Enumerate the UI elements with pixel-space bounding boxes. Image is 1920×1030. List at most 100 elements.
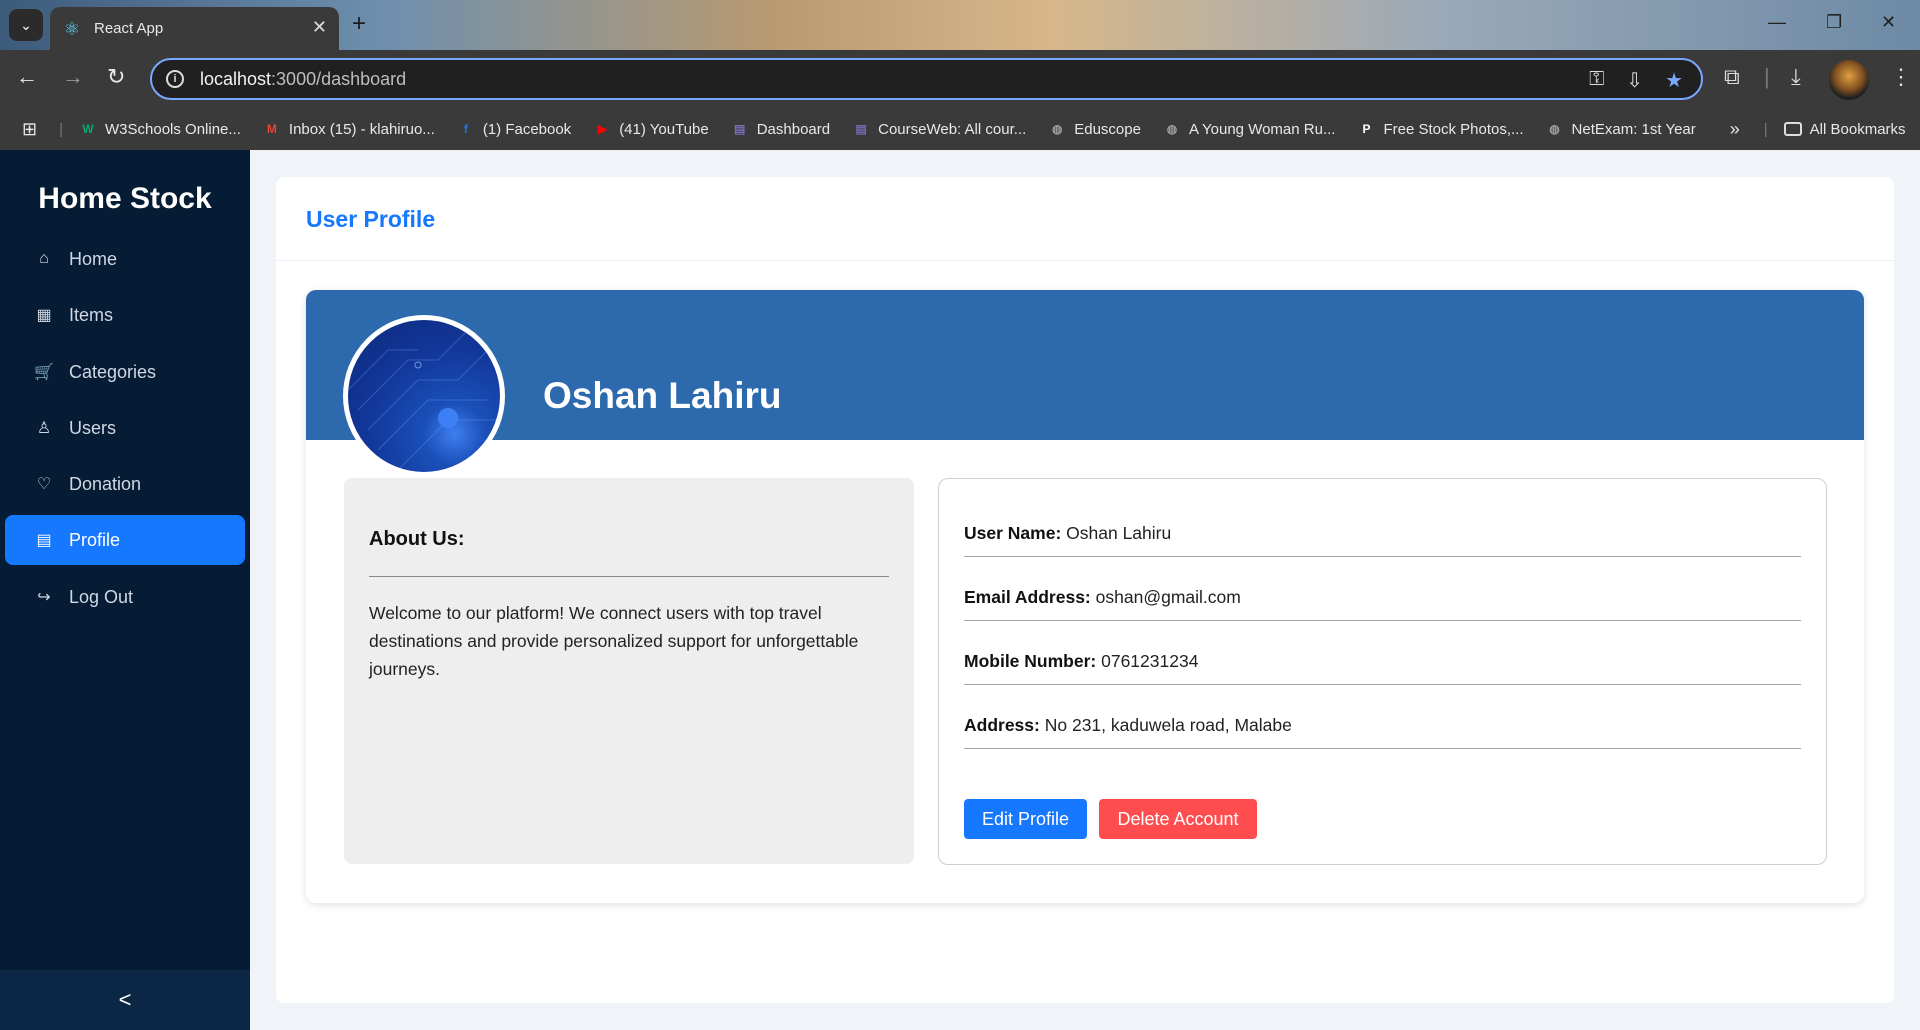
bookmark-label: CourseWeb: All cour... <box>878 120 1027 138</box>
bookmark-item[interactable]: P Free Stock Photos,... <box>1357 120 1523 138</box>
chevron-left-icon: < <box>118 987 132 1012</box>
bookmark-star-icon[interactable]: ★ <box>1665 68 1683 93</box>
bookmark-label: W3Schools Online... <box>105 120 241 138</box>
back-arrow-icon[interactable]: ← <box>16 64 38 90</box>
sidebar-item-label: Donation <box>69 473 142 494</box>
new-tab-button[interactable]: + <box>352 10 366 38</box>
home-icon: ⌂ <box>39 250 49 267</box>
profile-avatar-image <box>343 315 505 477</box>
react-icon: ⚛ <box>63 18 81 39</box>
all-bookmarks-button[interactable]: All Bookmarks <box>1783 120 1906 138</box>
sidebar-item-users[interactable]: ♙ Users <box>5 403 245 453</box>
detail-row: User Name: Oshan Lahiru <box>964 523 1801 557</box>
about-section: About Us: Welcome to our platform! We co… <box>344 478 914 864</box>
bookmarks-divider: | <box>1763 120 1768 138</box>
bookmark-label: Inbox (15) - klahiruo... <box>288 120 435 138</box>
sidebar-item-log-out[interactable]: ↪ Log Out <box>5 572 245 622</box>
sidebar-item-donation[interactable]: ♡ Donation <box>5 459 245 509</box>
bookmark-item[interactable]: f (1) Facebook <box>457 120 571 138</box>
chevron-down-icon: ⌄ <box>20 16 32 33</box>
apps-grid-icon[interactable]: ⊞ <box>22 119 37 140</box>
detail-label: Mobile Number: <box>964 651 1097 671</box>
sidebar-item-label: Users <box>69 417 117 438</box>
bookmark-label: (1) Facebook <box>482 120 572 138</box>
w3schools-icon: W <box>82 122 94 136</box>
avatar-tech-pattern <box>348 320 499 471</box>
globe-icon: ◍ <box>1051 122 1063 136</box>
bookmark-item[interactable]: ◍ A Young Woman Ru... <box>1163 120 1336 138</box>
bookmark-item[interactable]: ▶ (41) YouTube <box>593 120 709 138</box>
profile-name: Oshan Lahiru <box>543 375 782 416</box>
downloads-icon[interactable]: ⤓ <box>1791 64 1801 90</box>
sidebar-item-label: Home <box>69 248 118 269</box>
key-icon[interactable]: ⚿ <box>1589 68 1604 93</box>
site-info-icon[interactable]: i <box>166 70 184 88</box>
detail-value: 0761231234 <box>1101 651 1199 671</box>
close-icon[interactable]: ✕ <box>312 17 327 38</box>
browser-tab[interactable]: ⚛ React App ✕ <box>50 7 339 50</box>
bookmark-item[interactable]: M Inbox (15) - klahiruo... <box>263 120 435 138</box>
title-divider <box>276 260 1894 261</box>
bookmark-label: Eduscope <box>1074 120 1141 138</box>
sidebar: Home Stock ⌂ Home ▦ Items 🛒 Categories ♙ Users ♡… <box>0 150 250 1030</box>
sidebar-collapse-button[interactable]: < <box>0 970 250 1030</box>
main-content: User Profile Oshan Lahiru About Us: Welc… <box>250 150 1920 1030</box>
edit-profile-button[interactable]: Edit Profile <box>964 799 1087 839</box>
detail-row: Address: No 231, kaduwela road, Malabe <box>964 715 1801 749</box>
install-app-icon[interactable]: ⇩ <box>1626 68 1643 93</box>
sidebar-item-items[interactable]: ▦ Items <box>5 290 245 340</box>
content-panel: User Profile Oshan Lahiru About Us: Welc… <box>276 177 1894 1003</box>
detail-label: Email Address: <box>964 587 1091 607</box>
about-text: Welcome to our platform! We connect user… <box>369 603 859 679</box>
reload-icon[interactable]: ↻ <box>107 64 125 90</box>
bookmark-item[interactable]: ▤ CourseWeb: All cour... <box>852 120 1026 138</box>
sidebar-item-label: Profile <box>69 529 121 550</box>
sidebar-item-profile[interactable]: ▤ Profile <box>5 515 245 565</box>
bookmark-item[interactable]: ◍ NetExam: 1st Year <box>1546 120 1696 138</box>
sidebar-item-label: Categories <box>69 361 157 382</box>
grid-icon: ▦ <box>36 307 52 324</box>
forward-arrow-icon[interactable]: → <box>62 64 84 90</box>
folder-icon <box>1783 122 1802 136</box>
user-details: User Name: Oshan Lahiru Email Address: os… <box>938 478 1827 865</box>
all-bookmarks-label: All Bookmarks <box>1809 120 1906 138</box>
bookmark-item[interactable]: ▤ Dashboard <box>731 120 830 138</box>
moodle-icon: ▤ <box>734 122 746 136</box>
bookmarks-bar: ⊞ | W W3Schools Online... M Inbox (15) - kl… <box>0 108 1920 150</box>
tab-search-button[interactable]: ⌄ <box>9 9 43 41</box>
address-bar[interactable]: i localhost:3000/dashboard ⚿ ⇩ ★ <box>150 58 1703 100</box>
sidebar-item-home[interactable]: ⌂ Home <box>5 234 245 284</box>
detail-value: Oshan Lahiru <box>1066 523 1172 543</box>
more-menu-icon[interactable]: ⋮ <box>1890 64 1912 90</box>
bookmark-label: Free Stock Photos,... <box>1383 120 1524 138</box>
bookmark-item[interactable]: ◍ Eduscope <box>1048 120 1141 138</box>
toolbar-divider: | <box>1764 64 1770 89</box>
browser-tabstrip: ⌄ ⚛ React App ✕ + — ❐ ✕ <box>0 0 1920 50</box>
detail-label: Address: <box>964 715 1040 735</box>
bookmark-item[interactable]: W W3Schools Online... <box>79 120 241 138</box>
delete-account-button[interactable]: Delete Account <box>1099 799 1257 839</box>
globe-icon: ◍ <box>1549 122 1560 136</box>
globe-icon: ◍ <box>1166 122 1178 136</box>
bookmark-label: (41) YouTube <box>619 120 709 138</box>
minimize-icon[interactable]: — <box>1768 12 1786 33</box>
page-title: User Profile <box>306 206 436 232</box>
sidebar-item-categories[interactable]: 🛒 Categories <box>5 347 245 397</box>
bookmarks-divider: | <box>59 120 63 138</box>
gmail-icon: M <box>266 122 277 136</box>
restore-icon[interactable]: ❐ <box>1826 12 1842 33</box>
bookmark-label: Dashboard <box>756 120 831 138</box>
detail-value: oshan@gmail.com <box>1095 587 1241 607</box>
window-close-icon[interactable]: ✕ <box>1881 12 1896 33</box>
detail-label: User Name: <box>964 523 1062 543</box>
extensions-icon[interactable]: ⧉ <box>1724 64 1740 90</box>
detail-value: No 231, kaduwela road, Malabe <box>1044 715 1292 735</box>
bookmarks-overflow-button[interactable]: » <box>1730 119 1740 140</box>
about-divider <box>369 576 889 577</box>
bookmark-label: A Young Woman Ru... <box>1188 120 1336 138</box>
youtube-icon: ▶ <box>597 122 607 136</box>
profile-avatar[interactable] <box>1829 60 1869 100</box>
detail-row: Mobile Number: 0761231234 <box>964 651 1801 685</box>
bookmark-label: NetExam: 1st Year <box>1571 120 1696 138</box>
sidebar-item-label: Items <box>69 304 114 325</box>
